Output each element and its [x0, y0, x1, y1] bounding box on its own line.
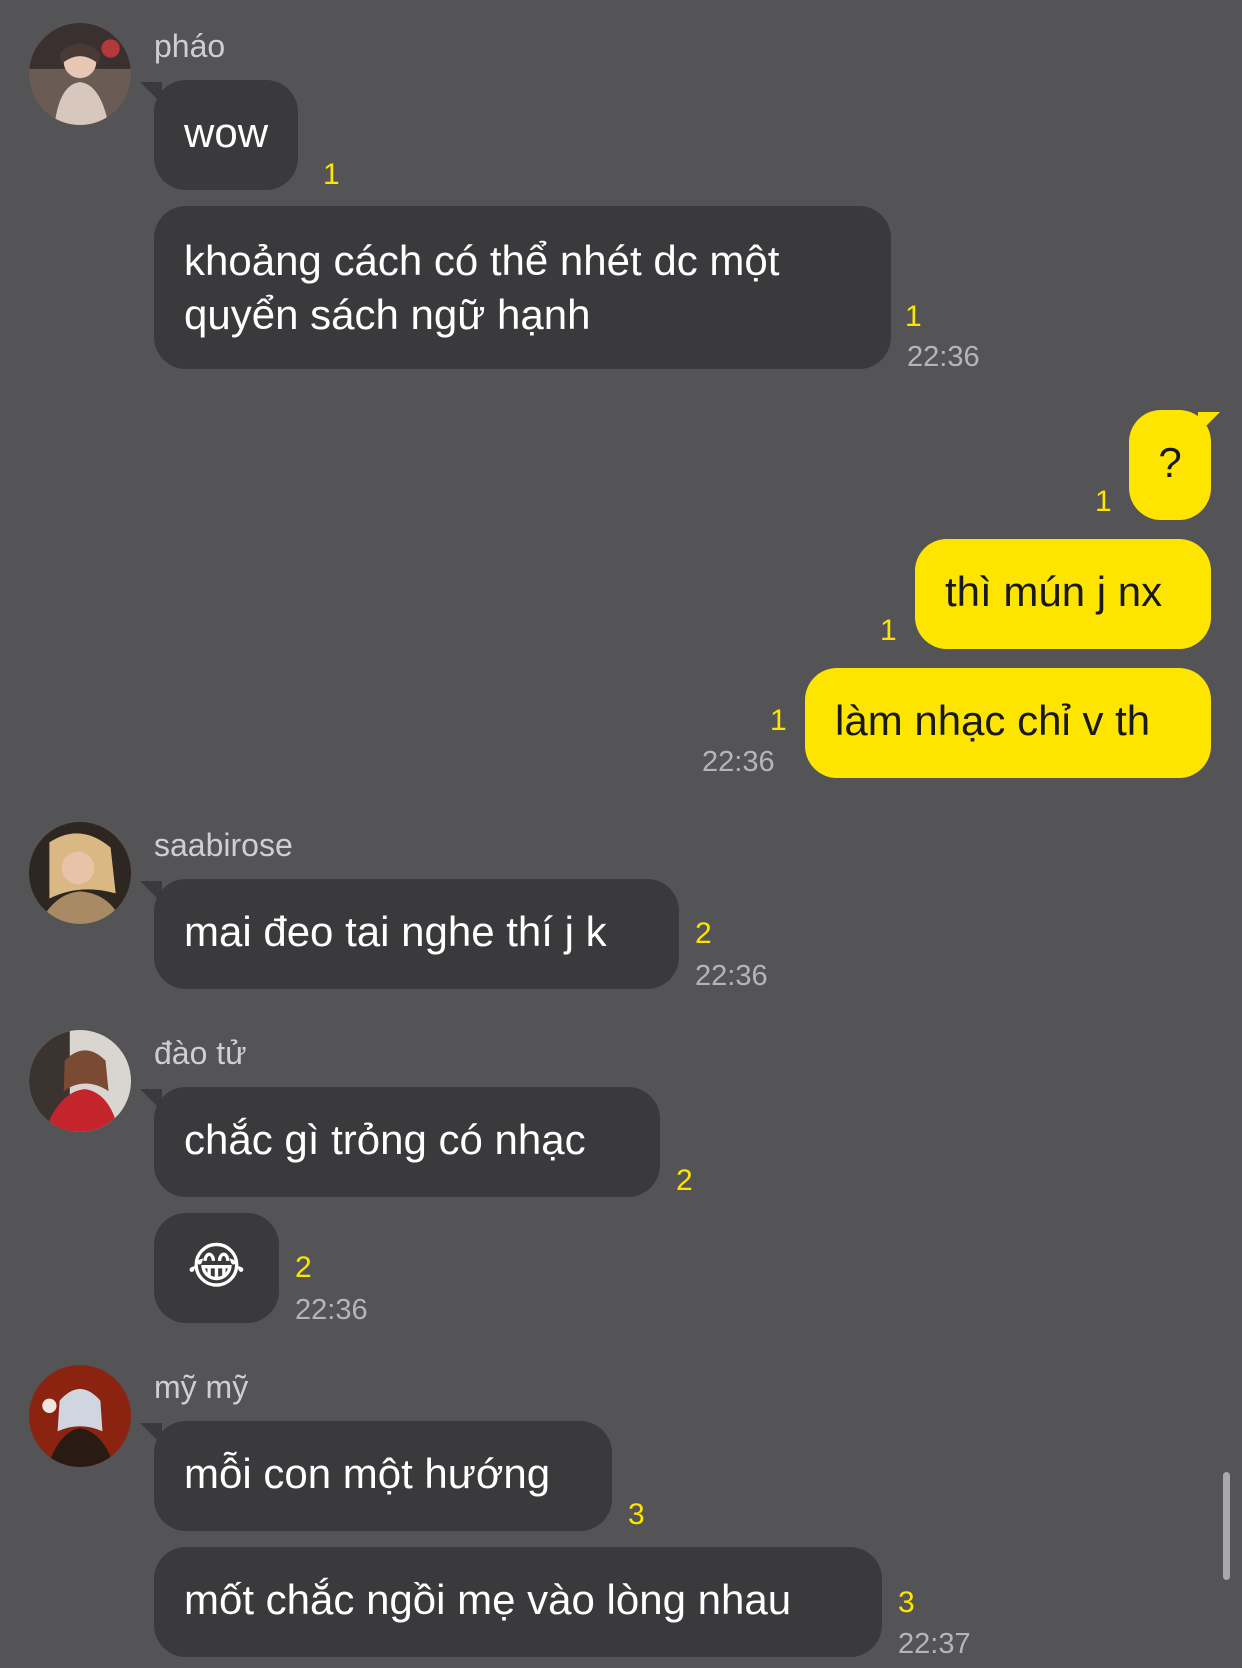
unread-count: 1	[1095, 485, 1112, 518]
message-text: thì mún j nx	[945, 568, 1163, 615]
avatar-dao-tu-image	[29, 1030, 131, 1132]
unread-count: 1	[905, 300, 922, 333]
message-bubble[interactable]: 😂	[154, 1213, 279, 1323]
avatar-dao-tu[interactable]	[29, 1030, 131, 1132]
message-bubble[interactable]: wow	[154, 80, 299, 190]
message-bubble[interactable]: thì mún j nx	[915, 539, 1211, 649]
message-bubble[interactable]: mỗi con một hướng	[154, 1421, 612, 1531]
unread-count: 3	[628, 1498, 645, 1531]
sender-name: mỹ mỹ	[154, 1369, 249, 1405]
avatar-phao-image	[29, 23, 131, 125]
message-text: làm nhạc chỉ v th	[835, 697, 1151, 744]
avatar-saabirose[interactable]	[29, 822, 131, 924]
message-bubble[interactable]: ?	[1129, 410, 1211, 520]
unread-count: 1	[770, 704, 787, 737]
unread-count: 2	[695, 917, 712, 950]
unread-count: 3	[898, 1586, 915, 1619]
chat-window: pháo wow 1 khoảng cách có thể nhét dc mộ…	[0, 0, 1242, 1668]
message-text: mốt chắc ngồi mẹ vào lòng nhau	[184, 1576, 792, 1623]
sender-name: đào tử	[154, 1035, 247, 1071]
avatar-phao[interactable]	[29, 23, 131, 125]
unread-count: 2	[295, 1251, 312, 1284]
message-time: 22:36	[295, 1294, 368, 1326]
message-text: khoảng cách có thể nhét dc một quyển sác…	[184, 237, 780, 338]
message-text: wow	[184, 109, 269, 156]
avatar-saabirose-image	[29, 822, 131, 924]
message-bubble[interactable]: mốt chắc ngồi mẹ vào lòng nhau	[154, 1547, 882, 1657]
sender-name: pháo	[154, 28, 226, 64]
message-text: ?	[1158, 439, 1182, 486]
message-time: 22:36	[695, 960, 768, 992]
message-bubble[interactable]: khoảng cách có thể nhét dc một quyển sác…	[154, 206, 891, 369]
tears-of-joy-emoji-icon: 😂	[187, 1238, 246, 1294]
message-text: mai đeo tai nghe thí j k	[184, 908, 607, 955]
message-bubble[interactable]: chắc gì trỏng có nhạc	[154, 1087, 660, 1197]
avatar-my-my-image	[29, 1365, 131, 1467]
avatar-my-my[interactable]	[29, 1365, 131, 1467]
scrollbar[interactable]	[1223, 1472, 1230, 1580]
message-bubble[interactable]: mai đeo tai nghe thí j k	[154, 879, 679, 989]
message-time: 22:36	[702, 746, 775, 778]
unread-count: 2	[676, 1164, 693, 1197]
unread-count: 1	[323, 158, 340, 191]
message-bubble[interactable]: làm nhạc chỉ v th	[805, 668, 1211, 778]
message-text: chắc gì trỏng có nhạc	[184, 1116, 586, 1163]
message-text: mỗi con một hướng	[184, 1450, 551, 1497]
sender-name: saabirose	[154, 827, 293, 863]
unread-count: 1	[880, 614, 897, 647]
message-time: 22:37	[898, 1628, 971, 1660]
message-time: 22:36	[907, 341, 980, 373]
